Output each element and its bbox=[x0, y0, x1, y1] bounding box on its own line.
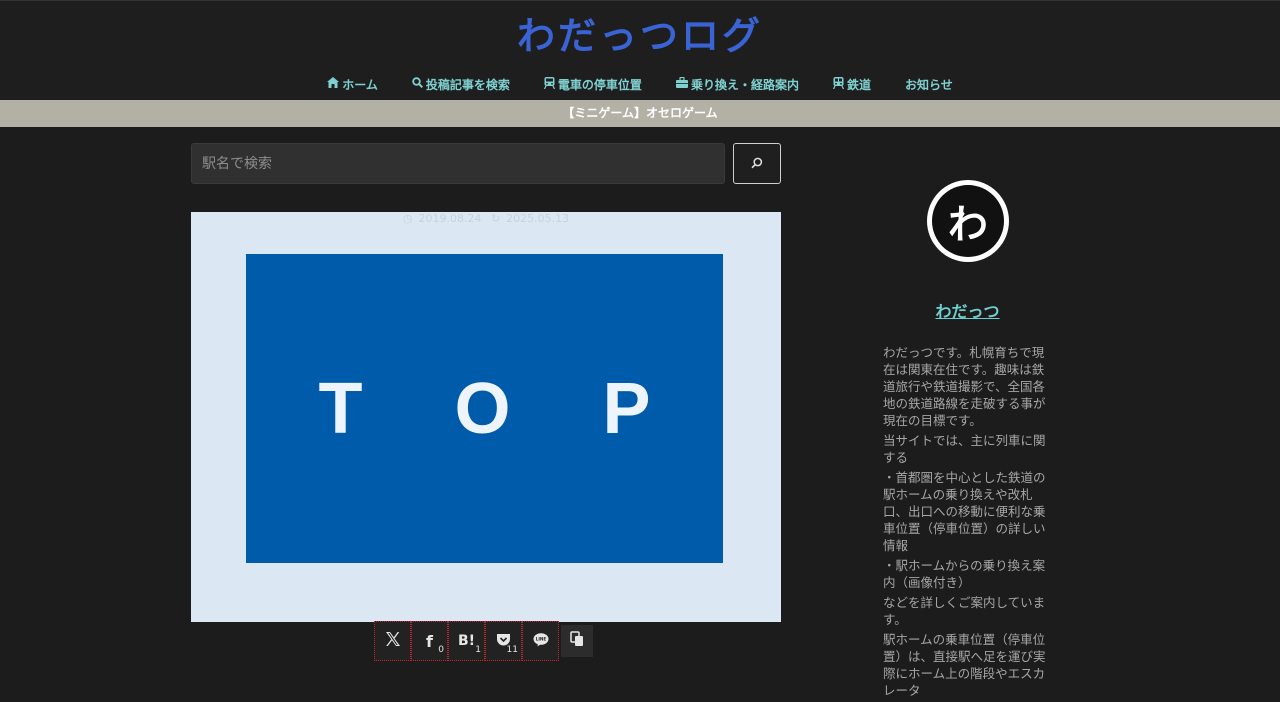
facebook-icon: f bbox=[426, 631, 433, 651]
nav-item-label: 鉄道 bbox=[846, 77, 871, 92]
share-hatena-button[interactable]: B! 1 bbox=[448, 621, 485, 661]
bio-paragraph: 駅ホームの乗車位置（停車位置）は、直接駅へ足を運び実際にホーム上の階段やエスカレ… bbox=[883, 632, 1046, 698]
author-name-link[interactable]: わだっつ bbox=[870, 298, 1065, 322]
nav-item-home[interactable]: ホーム bbox=[310, 73, 395, 95]
site-title[interactable]: わだっつログ bbox=[0, 5, 1280, 60]
briefcase-icon bbox=[675, 76, 688, 91]
bio-paragraph: ・首都圏を中心とした鉄道の駅ホームの乗り換えや改札口、出口への移動に便利な乗車位… bbox=[883, 470, 1046, 553]
nav-item-label: 電車の停車位置 bbox=[557, 77, 642, 92]
nav-item-stop-position[interactable]: 電車の停車位置 bbox=[527, 73, 659, 95]
nav-item-search-posts[interactable]: 投稿記事を検索 bbox=[395, 73, 527, 95]
share-pocket-button[interactable]: 11 bbox=[485, 621, 522, 661]
post-eyecatch: ◷ 2019.08.24 ↻ 2025.05.13 T O P bbox=[191, 212, 781, 622]
share-facebook-button[interactable]: f 0 bbox=[411, 621, 448, 661]
eyecatch-letter: O bbox=[454, 368, 511, 449]
train-icon bbox=[543, 76, 555, 92]
copy-icon bbox=[570, 631, 584, 651]
share-count: 11 bbox=[506, 645, 518, 655]
share-buttons: f 0 B! 1 11 LINE bbox=[374, 621, 593, 663]
bio-paragraph: 当サイトでは、主に列車に関する bbox=[883, 433, 1046, 465]
nav-item-transfer-guide[interactable]: 乗り換え・経路案内 bbox=[659, 73, 816, 95]
clock-icon: ◷ bbox=[402, 212, 413, 225]
eyecatch-letter: T bbox=[318, 368, 363, 449]
author-bio: わだっつです。札幌育ちで現在は関東在住です。趣味は鉄道旅行や鉄道撮影で、全国各地… bbox=[883, 344, 1055, 702]
nav-item-label: お知らせ bbox=[904, 77, 953, 92]
refresh-icon: ↻ bbox=[490, 212, 501, 225]
post-dates: ◷ 2019.08.24 ↻ 2025.05.13 bbox=[191, 212, 781, 226]
share-x-button[interactable] bbox=[374, 621, 411, 661]
eyecatch-image: T O P bbox=[246, 254, 723, 563]
nav-item-railway[interactable]: 鉄道 bbox=[816, 73, 888, 95]
share-line-button[interactable]: LINE bbox=[522, 621, 559, 661]
bio-paragraph: などを詳しくご案内しています。 bbox=[883, 595, 1046, 627]
notice-bar[interactable]: 【ミニゲーム】オセロゲーム bbox=[0, 100, 1280, 127]
search-icon bbox=[412, 77, 423, 91]
bio-paragraph: ・駅ホームからの乗り換え案内（画像付き） bbox=[883, 558, 1046, 590]
notice-text[interactable]: 【ミニゲーム】オセロゲーム bbox=[562, 106, 717, 120]
eyecatch-letter: P bbox=[602, 368, 651, 449]
station-search-input[interactable] bbox=[191, 143, 725, 184]
copy-link-button[interactable] bbox=[561, 625, 593, 657]
svg-text:LINE: LINE bbox=[535, 636, 546, 641]
search-icon bbox=[751, 154, 763, 173]
nav-item-label: 乗り換え・経路案内 bbox=[690, 77, 799, 92]
subway-icon bbox=[832, 76, 844, 92]
nav-item-label: 投稿記事を検索 bbox=[425, 77, 510, 92]
avatar-char: わ bbox=[932, 185, 1004, 257]
line-icon: LINE bbox=[533, 632, 549, 651]
home-icon bbox=[327, 77, 340, 91]
avatar: わ bbox=[927, 180, 1009, 262]
share-count: 1 bbox=[475, 645, 481, 655]
share-count: 0 bbox=[438, 645, 444, 655]
updated-date: 2025.05.13 bbox=[506, 212, 570, 225]
global-nav: ホーム 投稿記事を検索 電車の停車位置 乗り換え・経路案内 鉄道 お知らせ bbox=[0, 73, 1280, 95]
site-header: わだっつログ ホーム 投稿記事を検索 電車の停車位置 乗り換え・経路案内 鉄道 … bbox=[0, 0, 1280, 100]
hatena-bookmark-icon: B! bbox=[457, 633, 476, 649]
x-icon bbox=[385, 631, 401, 651]
bio-paragraph: わだっつです。札幌育ちで現在は関東在住です。趣味は鉄道旅行や鉄道撮影で、全国各地… bbox=[883, 345, 1046, 428]
published-date: 2019.08.24 bbox=[418, 212, 482, 225]
nav-item-label: ホーム bbox=[342, 77, 378, 92]
search-button[interactable] bbox=[733, 143, 781, 184]
nav-item-news[interactable]: お知らせ bbox=[888, 73, 970, 95]
